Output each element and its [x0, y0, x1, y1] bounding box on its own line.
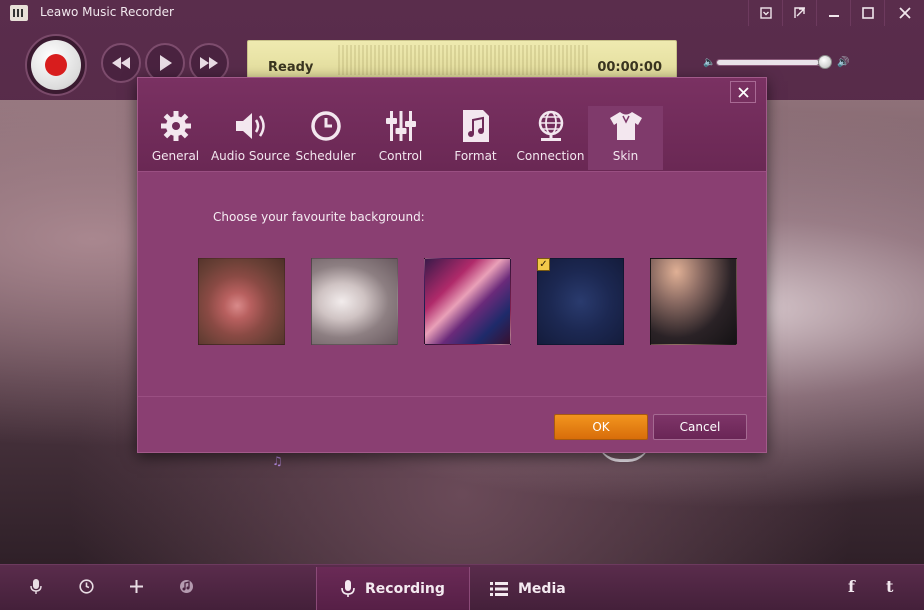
selected-checkmark-icon: ✓	[537, 258, 550, 271]
plus-icon[interactable]	[126, 579, 146, 597]
background-option-turntable[interactable]	[650, 258, 737, 345]
rewind-icon	[112, 57, 130, 69]
tab-scheduler[interactable]: Scheduler	[288, 106, 363, 170]
volume-low-icon: 🔈	[703, 57, 716, 68]
app-window: Leawo Music Recorder Ready 00:00:00 🔈 🔊 …	[0, 0, 924, 610]
sliders-icon	[383, 109, 419, 143]
tab-media-label: Media	[518, 581, 566, 597]
tab-control[interactable]: Control	[363, 106, 438, 170]
volume-high-icon: 🔊	[837, 57, 850, 68]
fast-forward-icon	[200, 57, 218, 69]
speaker-icon	[233, 109, 269, 143]
tab-skin[interactable]: Skin	[588, 106, 663, 170]
tab-recording[interactable]: Recording	[316, 567, 470, 610]
clock-icon	[308, 109, 344, 143]
record-dot-icon	[45, 54, 67, 76]
cancel-button[interactable]: Cancel	[653, 414, 747, 440]
tab-format-label: Format	[454, 149, 497, 163]
clock-icon[interactable]	[76, 579, 96, 598]
list-icon	[490, 582, 508, 596]
play-icon	[160, 55, 172, 71]
microphone-icon[interactable]	[26, 579, 46, 599]
music-file-icon	[458, 109, 494, 143]
music-search-icon[interactable]	[176, 579, 196, 598]
dialog-header: General Audio Source Scheduler Control F…	[138, 78, 766, 172]
facebook-icon[interactable]: f	[848, 577, 855, 596]
microphone-icon	[341, 580, 355, 597]
tab-control-label: Control	[378, 149, 423, 163]
app-title: Leawo Music Recorder	[40, 5, 174, 19]
background-option-concert[interactable]	[424, 258, 511, 345]
bottom-bar: Recording Media f t	[0, 564, 924, 610]
shirt-icon	[608, 109, 644, 143]
tab-audio-source-label: Audio Source	[210, 149, 291, 163]
settings-tabs: General Audio Source Scheduler Control F…	[138, 106, 663, 170]
globe-icon	[533, 109, 569, 143]
maximize-icon[interactable]	[850, 0, 884, 26]
volume-slider-thumb[interactable]	[818, 55, 832, 69]
dialog-divider	[138, 396, 766, 397]
close-icon[interactable]	[884, 0, 924, 26]
record-button[interactable]	[25, 34, 87, 96]
tab-general-label: General	[151, 149, 200, 163]
settings-dialog: General Audio Source Scheduler Control F…	[137, 77, 767, 453]
twitter-icon[interactable]: t	[886, 577, 893, 596]
dialog-close-button[interactable]	[730, 81, 756, 103]
tab-scheduler-label: Scheduler	[295, 149, 356, 163]
app-logo-icon	[10, 5, 28, 21]
tab-audio-source[interactable]: Audio Source	[210, 106, 291, 170]
volume-slider-fill	[717, 60, 819, 65]
tab-skin-label: Skin	[612, 149, 639, 163]
level-meter	[338, 45, 588, 75]
minimize-icon[interactable]	[816, 0, 850, 26]
background-prompt: Choose your favourite background:	[213, 210, 425, 224]
menu-icon[interactable]	[748, 0, 782, 26]
status-display: Ready 00:00:00	[247, 40, 677, 79]
tab-connection-label: Connection	[516, 149, 585, 163]
tab-connection[interactable]: Connection	[513, 106, 588, 170]
background-option-dark-blue[interactable]	[537, 258, 624, 345]
status-text: Ready	[268, 60, 314, 75]
rewind-button[interactable]	[101, 43, 141, 83]
close-icon	[737, 86, 749, 98]
title-bar: Leawo Music Recorder	[0, 0, 924, 28]
gear-icon	[158, 109, 194, 143]
window-controls	[748, 0, 924, 28]
tab-format[interactable]: Format	[438, 106, 513, 170]
record-button-face	[31, 40, 81, 90]
background-option-rose[interactable]	[198, 258, 285, 345]
tab-media[interactable]: Media	[466, 567, 590, 610]
volume-slider[interactable]	[716, 59, 831, 66]
minimize-to-tray-icon[interactable]	[782, 0, 816, 26]
tab-general[interactable]: General	[138, 106, 213, 170]
tab-recording-label: Recording	[365, 581, 445, 597]
time-counter: 00:00:00	[597, 60, 662, 75]
ok-button[interactable]: OK	[554, 414, 648, 440]
background-option-portrait[interactable]	[311, 258, 398, 345]
music-note-icon: ♫	[272, 454, 283, 468]
